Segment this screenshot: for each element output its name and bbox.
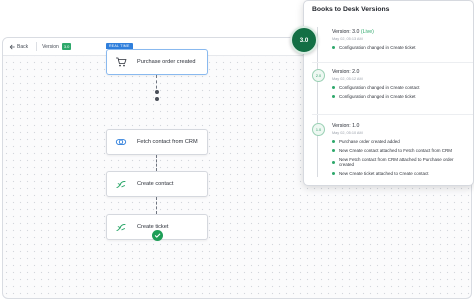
cart-icon <box>116 57 127 67</box>
bullet-dot-icon <box>332 86 335 89</box>
check-circle-icon <box>152 230 163 241</box>
current-version-badge[interactable]: 3.0 <box>290 26 318 54</box>
versions-timeline <box>317 27 318 177</box>
change-item: New Fetch contact from CRM attached to P… <box>332 157 467 167</box>
bullet-dot-icon <box>332 149 335 152</box>
crm-sync-icon <box>115 138 127 146</box>
versions-panel: Books to Desk Versions Version: 3.0 (Liv… <box>303 0 474 186</box>
connector-dot <box>155 97 159 101</box>
live-badge: (Live) <box>360 29 374 35</box>
node-create-contact[interactable]: Create contact <box>106 171 208 197</box>
arrow-left-icon <box>9 44 15 49</box>
bullet-dot-icon <box>332 172 335 175</box>
desk-action-icon <box>116 180 126 188</box>
change-item: Configuration changed in Create contact <box>332 85 467 90</box>
desk-action-icon <box>116 223 126 231</box>
connector-line <box>156 155 158 171</box>
connector-dot <box>155 90 159 94</box>
bullet-dot-icon <box>332 140 335 143</box>
version-date: May 02, 05:13 AM <box>332 37 363 41</box>
version-date: May 02, 05:10 AM <box>332 131 363 135</box>
back-button[interactable]: Back <box>9 44 28 50</box>
version-title: Version: 1.0 <box>332 123 360 129</box>
change-item: New Create ticket attached to Create con… <box>332 171 467 176</box>
version-tag[interactable]: 3.0 <box>61 43 72 50</box>
back-label: Back <box>17 43 29 50</box>
connector-line <box>156 197 158 214</box>
node-purchase-order-created[interactable]: Purchase order created <box>106 49 208 75</box>
bullet-dot-icon <box>332 95 335 98</box>
change-item: Configuration changed in Create ticket <box>332 45 467 50</box>
version-divider <box>312 114 473 115</box>
change-item: New Create contact attached to Fetch con… <box>332 148 467 153</box>
topbar-divider <box>36 42 38 51</box>
node-label: Purchase order created <box>137 59 196 65</box>
version-badge-icon: 2.0 <box>312 69 325 82</box>
bullet-dot-icon <box>332 46 335 49</box>
version-date: May 02, 05:12 AM <box>332 77 363 81</box>
version-title: Version: 3.0 (Live) <box>332 29 374 35</box>
change-item: Purchase order created added <box>332 139 467 144</box>
version-divider <box>312 62 473 63</box>
panel-title: Books to Desk Versions <box>312 6 390 13</box>
node-label: Create ticket <box>137 224 169 230</box>
node-label: Fetch contact from CRM <box>137 139 198 145</box>
version-badge-icon: 1.0 <box>312 123 325 136</box>
bullet-dot-icon <box>332 160 335 164</box>
version-title: Version: 2.0 <box>332 69 360 75</box>
node-fetch-contact-from-crm[interactable]: Fetch contact from CRM <box>106 129 208 155</box>
node-label: Create contact <box>137 181 174 187</box>
change-item: Configuration changed in Create ticket <box>332 94 467 99</box>
version-label: Version <box>42 43 59 50</box>
